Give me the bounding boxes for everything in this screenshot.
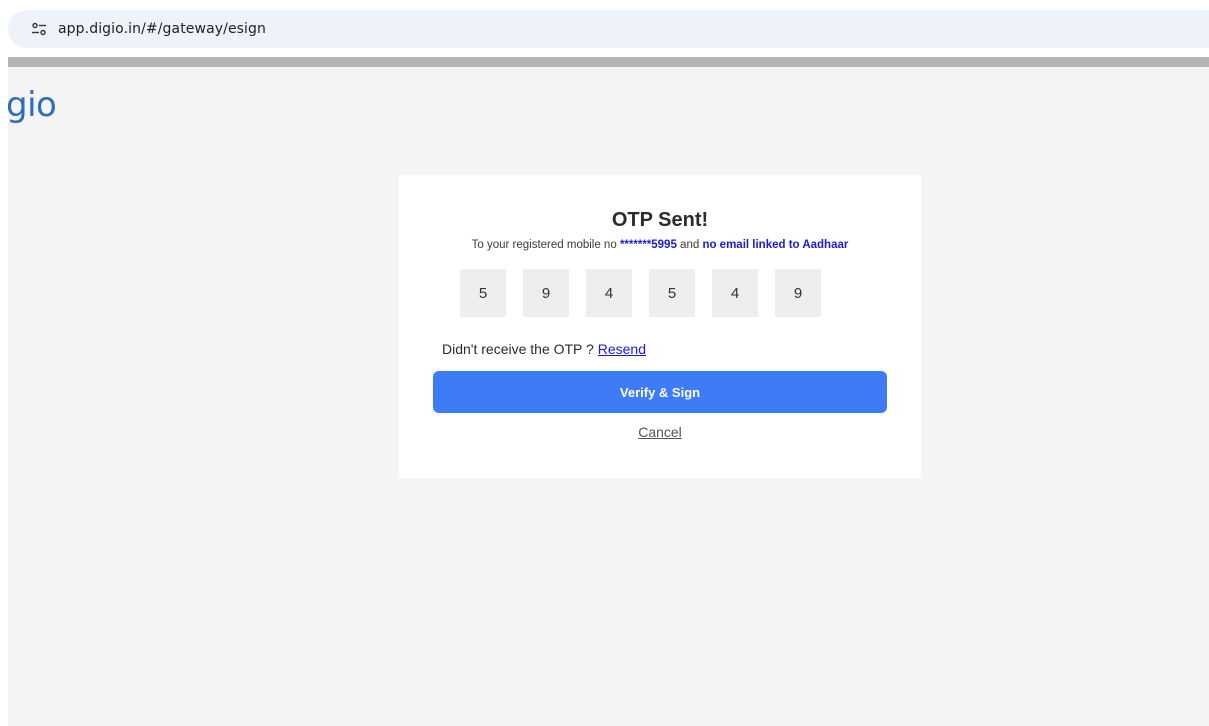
verify-sign-button[interactable]: Verify & Sign xyxy=(433,371,887,413)
otp-digit-5[interactable] xyxy=(712,269,758,317)
email-status: no email linked to Aadhaar xyxy=(702,239,849,251)
otp-digit-1[interactable] xyxy=(460,269,506,317)
otp-subtitle: To your registered mobile no *******5995… xyxy=(399,239,921,251)
page-loading-bar xyxy=(8,57,1209,67)
otp-digit-6[interactable] xyxy=(775,269,821,317)
resend-prompt: Didn't receive the OTP ? xyxy=(442,341,598,357)
resend-link[interactable]: Resend xyxy=(598,341,646,357)
digio-logo: gio xyxy=(8,85,57,125)
subtitle-prefix: To your registered mobile no xyxy=(471,239,620,251)
masked-mobile: *******5995 xyxy=(619,239,677,251)
cancel-row: Cancel xyxy=(399,424,921,440)
otp-input-row xyxy=(460,269,821,317)
otp-digit-2[interactable] xyxy=(523,269,569,317)
otp-digit-3[interactable] xyxy=(586,269,632,317)
browser-address-bar[interactable]: app.digio.in/#/gateway/esign xyxy=(8,10,1209,48)
url-text[interactable]: app.digio.in/#/gateway/esign xyxy=(58,21,266,37)
tune-icon[interactable] xyxy=(30,20,48,38)
cancel-link[interactable]: Cancel xyxy=(638,424,682,440)
page-title: OTP Sent! xyxy=(611,209,709,231)
otp-digit-4[interactable] xyxy=(649,269,695,317)
resend-line: Didn't receive the OTP ? Resend xyxy=(442,341,646,357)
otp-card: OTP Sent! To your registered mobile no *… xyxy=(399,175,921,478)
subtitle-middle: and xyxy=(676,239,703,251)
page-content: gio OTP Sent! To your registered mobile … xyxy=(8,67,1209,726)
